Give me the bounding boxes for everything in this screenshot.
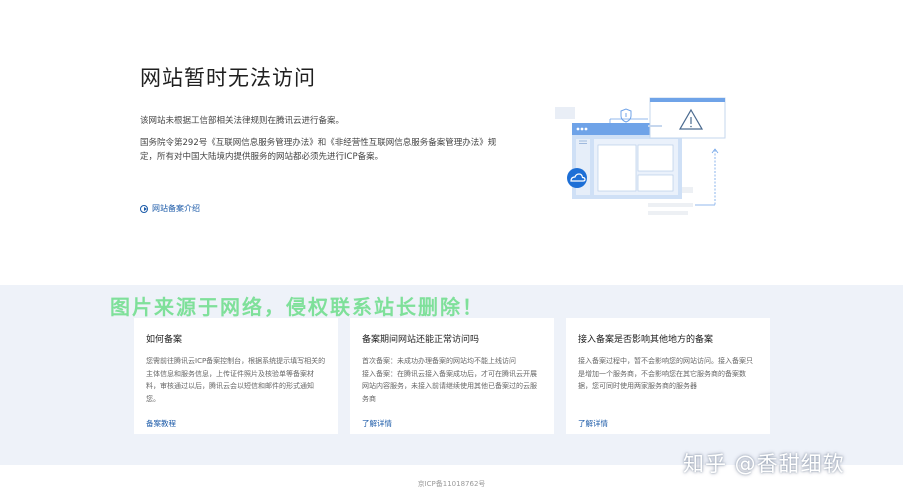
card-body: 您需前往腾讯云ICP备案控制台，根据系统提示填写相关的主体信息和服务信息，上传证… (146, 357, 326, 403)
icp-number[interactable]: 京ICP备11018762号 (0, 479, 903, 489)
card-title: 接入备案是否影响其他地方的备案 (578, 335, 714, 345)
card-title: 如何备案 (146, 335, 183, 345)
notice-text: 该网站未根据工信部相关法律规则在腾讯云进行备案。 (140, 116, 345, 126)
details-link[interactable]: 了解详情 (578, 418, 608, 429)
main-section: 网站暂时无法访问 该网站未根据工信部相关法律规则在腾讯云进行备案。 国务院令第2… (0, 0, 903, 285)
regulation-text: 国务院令第292号《互联网信息服务管理办法》和《非经营性互联网信息服务备案管理办… (140, 138, 497, 162)
shield-icon (620, 108, 632, 123)
card-access-filing-impact: 接入备案是否影响其他地方的备案 接入备案过程中，暂不会影响您的网站访问。接入备案… (566, 318, 770, 434)
play-circle-icon (140, 204, 148, 213)
watermark-text: 图片来源于网络，侵权联系站长删除！ (110, 295, 484, 319)
card-body: 首次备案：未成功办理备案的网站均不能上线访问 接入备案：在腾讯云接入备案成功后，… (362, 357, 537, 403)
filing-intro-link[interactable]: 网站备案介绍 (140, 203, 200, 214)
filing-tutorial-link[interactable]: 备案教程 (146, 418, 176, 429)
details-link[interactable]: 了解详情 (362, 418, 392, 429)
page-title: 网站暂时无法访问 (140, 66, 316, 90)
card-access-during-filing: 备案期间网站还能正常访问吗 首次备案：未成功办理备案的网站均不能上线访问 接入备… (350, 318, 554, 434)
filing-intro-label: 网站备案介绍 (152, 204, 200, 213)
card-body: 接入备案过程中，暂不会影响您的网站访问。接入备案只是增加一个服务商，不会影响您在… (578, 357, 753, 390)
card-how-to-file: 如何备案 您需前往腾讯云ICP备案控制台，根据系统提示填写相关的主体信息和服务信… (134, 318, 338, 434)
source-credit: 知乎 @香甜细软 (683, 452, 845, 476)
card-title: 备案期间网站还能正常访问吗 (362, 335, 480, 345)
cloud-icon (567, 168, 587, 188)
illustration (555, 97, 726, 215)
